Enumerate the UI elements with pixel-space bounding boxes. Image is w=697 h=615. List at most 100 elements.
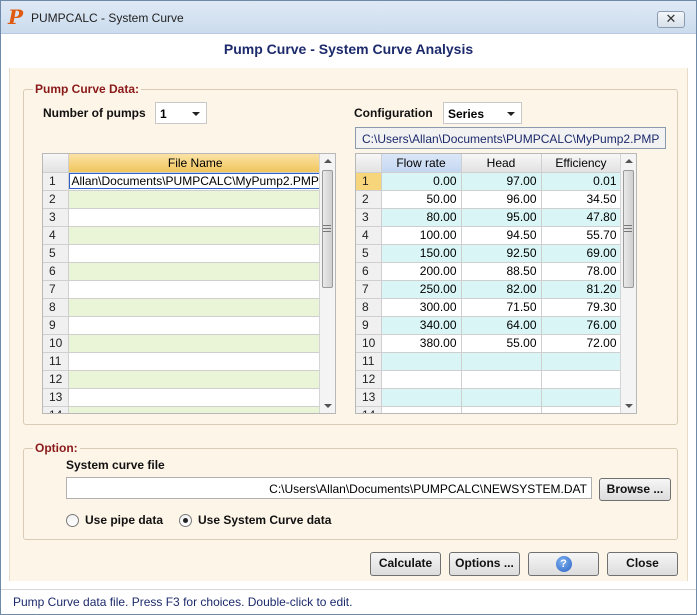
head-cell[interactable]	[461, 406, 542, 413]
table-row[interactable]: 6	[43, 262, 323, 281]
table-row[interactable]: 10	[43, 334, 323, 353]
efficiency-cell[interactable]	[541, 406, 622, 413]
efficiency-cell[interactable]: 69.00	[541, 244, 622, 263]
scroll-up-icon[interactable]	[324, 159, 332, 163]
file-name-cell[interactable]	[68, 388, 323, 407]
efficiency-cell[interactable]: 55.70	[541, 226, 622, 245]
flow-rate-cell[interactable]	[381, 406, 462, 413]
efficiency-cell[interactable]: 78.00	[541, 262, 622, 281]
scroll-thumb[interactable]	[623, 170, 634, 288]
table-row[interactable]: 12	[43, 370, 323, 389]
flow-rate-cell[interactable]: 80.00	[381, 208, 462, 227]
flow-rate-cell[interactable]: 50.00	[381, 190, 462, 209]
file-name-cell[interactable]	[68, 352, 323, 371]
table-row[interactable]: 11	[43, 352, 323, 371]
table-row[interactable]: 7	[43, 280, 323, 299]
table-row[interactable]: 9	[43, 316, 323, 335]
head-cell[interactable]: 95.00	[461, 208, 542, 227]
flow-rate-cell[interactable]: 250.00	[381, 280, 462, 299]
table-row[interactable]: 9 340.00 64.00 76.00	[356, 316, 622, 335]
flow-rate-cell[interactable]: 100.00	[381, 226, 462, 245]
help-button[interactable]: ?	[528, 552, 599, 576]
flow-rate-cell[interactable]: 340.00	[381, 316, 462, 335]
table-row[interactable]: 2	[43, 190, 323, 209]
head-cell[interactable]: 55.00	[461, 334, 542, 353]
table-row[interactable]: 14	[43, 406, 323, 413]
scroll-up-icon[interactable]	[625, 159, 633, 163]
head-cell[interactable]: 96.00	[461, 190, 542, 209]
efficiency-cell[interactable]: 0.01	[541, 172, 622, 191]
head-cell[interactable]: 94.50	[461, 226, 542, 245]
flow-rate-cell[interactable]: 380.00	[381, 334, 462, 353]
head-cell[interactable]	[461, 370, 542, 389]
efficiency-cell[interactable]	[541, 370, 622, 389]
file-name-cell[interactable]	[68, 208, 323, 227]
flow-rate-cell[interactable]: 200.00	[381, 262, 462, 281]
calculate-button[interactable]: Calculate	[370, 552, 441, 576]
table-row[interactable]: 13	[356, 388, 622, 407]
flow-rate-cell[interactable]	[381, 352, 462, 371]
file-name-cell[interactable]	[68, 280, 323, 299]
head-header[interactable]: Head	[461, 154, 542, 173]
table-row[interactable]: 4	[43, 226, 323, 245]
flow-rate-cell[interactable]: 0.00	[381, 172, 462, 191]
file-name-header[interactable]: File Name	[68, 154, 323, 173]
options-button[interactable]: Options ...	[449, 552, 520, 576]
configuration-select[interactable]: Series	[443, 102, 522, 124]
efficiency-cell[interactable]: 72.00	[541, 334, 622, 353]
flow-rate-cell[interactable]	[381, 388, 462, 407]
file-name-grid[interactable]: File Name 1 Allan\Documents\PUMPCALC\MyPu…	[42, 153, 336, 414]
table-row[interactable]: 5	[43, 244, 323, 263]
flow-rate-cell[interactable]: 150.00	[381, 244, 462, 263]
scroll-down-icon[interactable]	[324, 404, 332, 408]
browse-button[interactable]: Browse ...	[599, 478, 671, 501]
flow-rate-cell[interactable]	[381, 370, 462, 389]
efficiency-cell[interactable]: 79.30	[541, 298, 622, 317]
table-row[interactable]: 11	[356, 352, 622, 371]
file-name-cell[interactable]	[68, 370, 323, 389]
efficiency-cell[interactable]: 81.20	[541, 280, 622, 299]
table-row[interactable]: 4 100.00 94.50 55.70	[356, 226, 622, 245]
flow-rate-header[interactable]: Flow rate	[381, 154, 462, 173]
head-cell[interactable]: 82.00	[461, 280, 542, 299]
number-of-pumps-select[interactable]: 1	[155, 102, 207, 124]
file-name-cell[interactable]	[68, 406, 323, 413]
table-row[interactable]: 3	[43, 208, 323, 227]
file-name-cell[interactable]	[68, 190, 323, 209]
file-name-cell[interactable]	[68, 244, 323, 263]
scroll-thumb[interactable]	[322, 170, 333, 288]
head-cell[interactable]: 71.50	[461, 298, 542, 317]
table-row[interactable]: 8	[43, 298, 323, 317]
efficiency-cell[interactable]	[541, 388, 622, 407]
table-row[interactable]: 8 300.00 71.50 79.30	[356, 298, 622, 317]
head-cell[interactable]: 64.00	[461, 316, 542, 335]
table-row[interactable]: 1 Allan\Documents\PUMPCALC\MyPump2.PMP	[43, 172, 323, 191]
table-row[interactable]: 10 380.00 55.00 72.00	[356, 334, 622, 353]
table-row[interactable]: 13	[43, 388, 323, 407]
head-cell[interactable]: 88.50	[461, 262, 542, 281]
file-name-cell[interactable]	[68, 334, 323, 353]
file-grid-scrollbar[interactable]	[319, 154, 335, 413]
file-name-cell[interactable]	[68, 226, 323, 245]
efficiency-cell[interactable]: 34.50	[541, 190, 622, 209]
head-cell[interactable]: 92.50	[461, 244, 542, 263]
table-row[interactable]: 12	[356, 370, 622, 389]
use-pipe-data-label[interactable]: Use pipe data	[85, 513, 163, 527]
file-name-cell[interactable]	[68, 262, 323, 281]
table-row[interactable]: 5 150.00 92.50 69.00	[356, 244, 622, 263]
table-row[interactable]: 14	[356, 406, 622, 413]
efficiency-cell[interactable]: 47.80	[541, 208, 622, 227]
efficiency-header[interactable]: Efficiency	[541, 154, 622, 173]
head-cell[interactable]: 97.00	[461, 172, 542, 191]
file-name-cell[interactable]: Allan\Documents\PUMPCALC\MyPump2.PMP	[68, 172, 323, 191]
flow-rate-cell[interactable]: 300.00	[381, 298, 462, 317]
close-button[interactable]: Close	[607, 552, 678, 576]
table-row[interactable]: 2 50.00 96.00 34.50	[356, 190, 622, 209]
window-close-button[interactable]: ✕	[657, 11, 685, 28]
scroll-down-icon[interactable]	[625, 404, 633, 408]
table-row[interactable]: 1 0.00 97.00 0.01	[356, 172, 622, 191]
pump-curve-grid[interactable]: Flow rate Head Efficiency 1 0.00 97.00 0.01…	[355, 153, 637, 414]
table-row[interactable]: 3 80.00 95.00 47.80	[356, 208, 622, 227]
use-pipe-data-radio[interactable]	[66, 514, 79, 527]
use-system-curve-data-label[interactable]: Use System Curve data	[198, 513, 331, 527]
